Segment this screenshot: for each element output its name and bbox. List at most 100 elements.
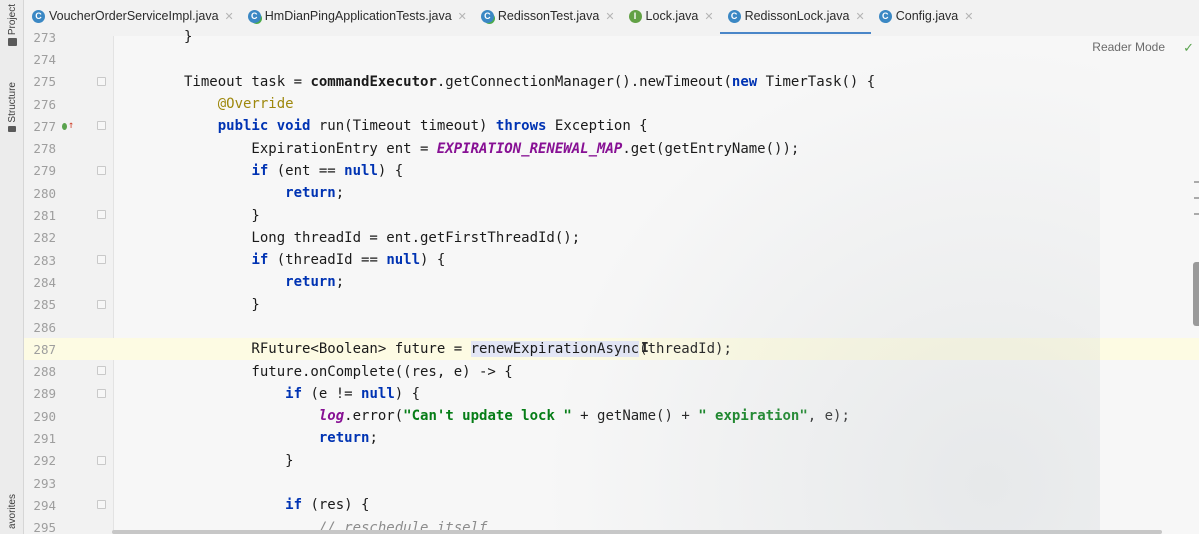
code-text: @Override xyxy=(114,96,294,112)
code-token: (e != xyxy=(302,385,362,402)
code-token: Exception { xyxy=(546,118,648,135)
code-line[interactable]: 285 } xyxy=(24,294,1199,316)
code-line[interactable]: 276 @Override xyxy=(24,93,1199,115)
line-gutter-cell: 279 xyxy=(24,160,114,182)
code-text: Timeout task = commandExecutor.getConnec… xyxy=(114,74,875,90)
tool-window-strip: Project Structure avorites xyxy=(0,0,24,534)
editor-tab-label: Config.java xyxy=(895,9,959,23)
close-icon[interactable]: ✕ xyxy=(605,10,614,23)
code-token: Timeout task = xyxy=(184,73,311,90)
code-line[interactable]: 273} xyxy=(24,26,1199,48)
fold-toggle-icon[interactable] xyxy=(97,366,106,376)
fold-toggle-icon[interactable] xyxy=(97,121,106,131)
fold-toggle-icon[interactable] xyxy=(97,165,106,175)
code-token: .error( xyxy=(344,408,404,425)
code-line[interactable]: 280 return; xyxy=(24,182,1199,204)
line-number: 277 xyxy=(33,118,56,134)
line-number: 282 xyxy=(33,230,56,246)
code-text: ExpirationEntry ent = EXPIRATION_RENEWAL… xyxy=(114,141,799,157)
code-token: " expiration" xyxy=(698,408,808,425)
fold-toggle-icon[interactable] xyxy=(97,210,106,220)
current-code-line[interactable]: 287 RFuture<Boolean> future = renewExpir… xyxy=(24,338,1199,361)
line-number: 273 xyxy=(33,29,56,45)
code-text: } xyxy=(114,29,192,45)
code-token: RFuture<Boolean> future = xyxy=(184,341,471,358)
code-token: (threadId); xyxy=(639,341,732,358)
fold-toggle-icon[interactable] xyxy=(97,76,106,86)
code-line[interactable]: 288 future.onComplete((res, e) -> { xyxy=(24,360,1199,382)
code-token: (res) { xyxy=(302,497,370,514)
code-line[interactable]: 282 Long threadId = ent.getFirstThreadId… xyxy=(24,227,1199,249)
code-token: (threadId == xyxy=(268,252,387,269)
code-editor[interactable]: 273} 274 275 Timeout task = commandExecutor… xyxy=(24,29,1199,534)
structure-tool-tab[interactable]: Structure xyxy=(0,82,24,132)
close-icon[interactable]: ✕ xyxy=(458,10,467,23)
reader-mode-button[interactable]: Reader Mode xyxy=(1092,40,1165,54)
fold-toggle-icon[interactable] xyxy=(97,299,106,309)
code-text: if (res) { xyxy=(114,497,369,513)
inspection-ok-icon[interactable]: ✓ xyxy=(1183,40,1194,56)
vertical-scrollbar[interactable] xyxy=(1193,262,1199,326)
code-line[interactable]: 292 } xyxy=(24,450,1199,472)
line-gutter-cell: 294 xyxy=(24,494,114,516)
code-line[interactable]: 281 } xyxy=(24,204,1199,226)
code-line[interactable]: 291 return; xyxy=(24,427,1199,449)
fold-toggle-icon[interactable] xyxy=(97,455,106,465)
code-line[interactable]: 275 Timeout task = commandExecutor.getCon… xyxy=(24,71,1199,93)
line-gutter-cell: 282 xyxy=(24,227,114,249)
code-line[interactable]: 289 if (e != null) { xyxy=(24,383,1199,405)
code-line[interactable]: 290 log.error("Can't update lock " + get… xyxy=(24,405,1199,427)
scroll-markers xyxy=(1193,175,1199,225)
code-line[interactable]: 283 if (threadId == null) { xyxy=(24,249,1199,271)
code-token: new xyxy=(731,73,758,90)
code-line[interactable]: 294 if (res) { xyxy=(24,494,1199,516)
code-line[interactable]: 293 xyxy=(24,472,1199,494)
close-icon[interactable]: ✕ xyxy=(704,10,713,23)
close-icon[interactable]: ✕ xyxy=(964,10,973,23)
code-token: } xyxy=(184,296,260,313)
line-gutter-cell: 285 xyxy=(24,294,114,316)
line-number: 289 xyxy=(33,386,56,402)
editor-tab-label: VoucherOrderServiceImpl.java xyxy=(49,9,219,23)
editor-tab-label: Lock.java xyxy=(645,9,699,23)
fold-toggle-icon[interactable] xyxy=(97,388,106,398)
code-token: future.onComplete((res, e) -> { xyxy=(184,363,513,380)
code-line[interactable]: 286 xyxy=(24,316,1199,338)
code-token: null xyxy=(344,162,378,179)
line-number: 292 xyxy=(33,453,56,469)
code-token: .getConnectionManager().newTimeout( xyxy=(436,73,732,90)
horizontal-scrollbar[interactable] xyxy=(112,530,1162,534)
code-line[interactable]: 278 ExpirationEntry ent = EXPIRATION_REN… xyxy=(24,137,1199,159)
project-tool-tab[interactable]: Project xyxy=(0,4,24,47)
line-gutter-cell: 286 xyxy=(24,316,114,338)
code-line[interactable]: 279 if (ent == null) { xyxy=(24,160,1199,182)
test-class-icon: C xyxy=(247,9,261,23)
line-gutter-cell: 274 xyxy=(24,48,114,70)
code-token: ; xyxy=(369,430,378,447)
code-token: "Can't update lock " xyxy=(403,408,572,425)
code-line[interactable]: 277 ↑ public void run(Timeout timeout) th… xyxy=(24,115,1199,137)
close-icon[interactable]: ✕ xyxy=(856,10,865,23)
code-token: if xyxy=(251,162,269,179)
close-icon[interactable]: ✕ xyxy=(225,10,234,23)
line-number: 274 xyxy=(33,51,56,67)
line-gutter-cell: 291 xyxy=(24,427,114,449)
editor-tab-label: RedissonLock.java xyxy=(744,9,850,23)
code-line[interactable]: 274 xyxy=(24,48,1199,70)
code-token: return xyxy=(318,430,370,447)
line-number: 276 xyxy=(33,96,56,112)
fold-toggle-icon[interactable] xyxy=(97,254,106,264)
code-line[interactable]: 284 return; xyxy=(24,271,1199,293)
code-token: ) { xyxy=(377,162,404,179)
code-token: if xyxy=(285,385,303,402)
override-up-icon[interactable]: ↑ xyxy=(62,120,74,132)
favorites-tool-tab[interactable]: avorites xyxy=(0,494,24,529)
code-token: null xyxy=(386,252,421,269)
code-text: RFuture<Boolean> future = renewExpiratio… xyxy=(114,341,732,358)
code-text: return; xyxy=(114,274,344,290)
line-number: 291 xyxy=(33,430,56,446)
fold-toggle-icon[interactable] xyxy=(97,500,106,510)
